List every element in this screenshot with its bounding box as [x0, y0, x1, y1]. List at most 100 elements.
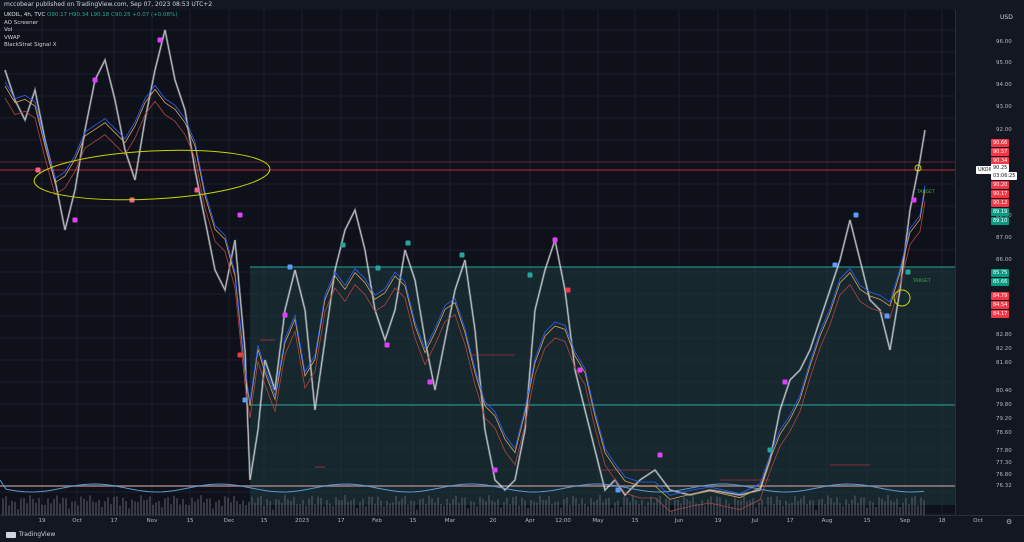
- volume-bar: [776, 496, 778, 515]
- volume-bar: [560, 507, 562, 515]
- currency-label[interactable]: USD: [1000, 14, 1013, 21]
- volume-bar: [263, 505, 265, 515]
- price-label: 86.00: [996, 257, 1012, 263]
- volume-bar: [704, 505, 706, 515]
- signal-marker: [615, 487, 621, 493]
- volume-bar: [362, 498, 364, 515]
- volume-bar: [620, 506, 622, 515]
- volume-bar: [797, 501, 799, 515]
- volume-bar: [230, 502, 232, 515]
- price-axis[interactable]: 96.00 95.00 94.00 93.00 92.00 88.00 87.0…: [955, 10, 1024, 515]
- volume-bar: [134, 501, 136, 515]
- price-tag: 90.20: [991, 181, 1010, 189]
- volume-bar: [842, 505, 844, 515]
- volume-bar: [770, 496, 772, 515]
- volume-bar: [485, 501, 487, 515]
- volume-bar: [881, 498, 883, 515]
- volume-bar: [812, 500, 814, 515]
- volume-bar: [596, 499, 598, 515]
- price-tag: 84.54: [991, 301, 1010, 309]
- volume-bar: [221, 506, 223, 515]
- volume-bar: [890, 500, 892, 515]
- volume-bar: [587, 505, 589, 515]
- volume-bar: [353, 498, 355, 515]
- signal-marker: [565, 287, 571, 293]
- time-axis[interactable]: 19 Oct 17 Nov 15 Dec 15 2023 17 Feb 15 M…: [0, 515, 1024, 528]
- volume-bar: [8, 505, 10, 515]
- legend-symbol[interactable]: UKOIL, 4h, TVC: [4, 12, 45, 18]
- volume-bar: [443, 505, 445, 515]
- volume-bar: [545, 499, 547, 515]
- brand-text: TradingView: [19, 531, 56, 538]
- legend-indicator-ao-screener[interactable]: AO Screener: [4, 20, 177, 28]
- signal-marker: [384, 342, 390, 348]
- volume-bar: [605, 498, 607, 515]
- volume-bar: [767, 496, 769, 515]
- volume-bar: [473, 501, 475, 515]
- volume-bar: [794, 496, 796, 515]
- signal-marker: [282, 312, 288, 318]
- target-label-lower: TARGET: [913, 279, 931, 284]
- volume-bar: [911, 497, 913, 515]
- settings-gear-icon[interactable]: ⚙: [1006, 518, 1014, 526]
- price-tag: 89.19: [991, 208, 1010, 216]
- time-label: Sep: [899, 518, 911, 524]
- price-chart-svg[interactable]: [0, 10, 955, 515]
- volume-bar: [677, 499, 679, 515]
- volume-bar: [830, 498, 832, 515]
- volume-bar: [44, 504, 46, 515]
- volume-bar: [206, 498, 208, 515]
- signal-marker: [782, 379, 788, 385]
- tradingview-brand[interactable]: TradingView: [6, 531, 55, 538]
- price-label: 79.20: [996, 416, 1012, 422]
- volume-bar: [566, 497, 568, 515]
- volume-bar: [395, 495, 397, 515]
- volume-bar: [188, 505, 190, 515]
- price-tag: 90.66: [991, 139, 1010, 147]
- legend-ohlc: O90.17 H90.34 L90.18 C90.25 +0.07 (+0.08…: [47, 12, 178, 18]
- volume-bar: [323, 506, 325, 515]
- volume-bar: [191, 497, 193, 515]
- volume-bar: [800, 498, 802, 515]
- price-label: 82.80: [996, 332, 1012, 338]
- price-label: 78.60: [996, 430, 1012, 436]
- signal-marker: [832, 262, 838, 268]
- volume-bar: [197, 499, 199, 515]
- volume-bar: [437, 497, 439, 515]
- volume-bar: [98, 499, 100, 515]
- volume-bar: [245, 505, 247, 515]
- volume-bar: [869, 500, 871, 515]
- volume-bar: [494, 502, 496, 515]
- volume-bar: [542, 500, 544, 515]
- volume-bar: [482, 498, 484, 515]
- volume-bar: [374, 503, 376, 515]
- volume-bar: [821, 498, 823, 515]
- volume-bar: [761, 499, 763, 515]
- volume-bar: [920, 497, 922, 515]
- volume-bar: [209, 498, 211, 515]
- volume-bar: [497, 499, 499, 515]
- volume-bar: [236, 500, 238, 515]
- price-label: 92.00: [996, 127, 1012, 133]
- legend-indicator-vol[interactable]: Vol: [4, 27, 177, 35]
- legend-indicator-vwap[interactable]: VWAP: [4, 35, 177, 43]
- signal-marker: [427, 379, 433, 385]
- last-price-tag: 90.25: [991, 164, 1010, 172]
- volume-bar: [161, 507, 163, 515]
- signal-marker: [905, 269, 911, 275]
- volume-bar: [260, 496, 262, 515]
- volume-bar: [401, 498, 403, 515]
- time-label: Dec: [223, 518, 235, 524]
- volume-bar: [884, 501, 886, 515]
- volume-bar: [194, 501, 196, 515]
- legend-indicator-blackstrat[interactable]: BlackStrat Signal X: [4, 42, 177, 50]
- volume-bar: [731, 506, 733, 515]
- volume-bar: [62, 497, 64, 515]
- volume-bar: [299, 504, 301, 515]
- chart-canvas[interactable]: [0, 10, 955, 515]
- volume-bar: [827, 495, 829, 515]
- signal-marker: [72, 217, 78, 223]
- volume-bar: [173, 495, 175, 515]
- volume-bar: [650, 496, 652, 515]
- signal-marker: [459, 252, 465, 258]
